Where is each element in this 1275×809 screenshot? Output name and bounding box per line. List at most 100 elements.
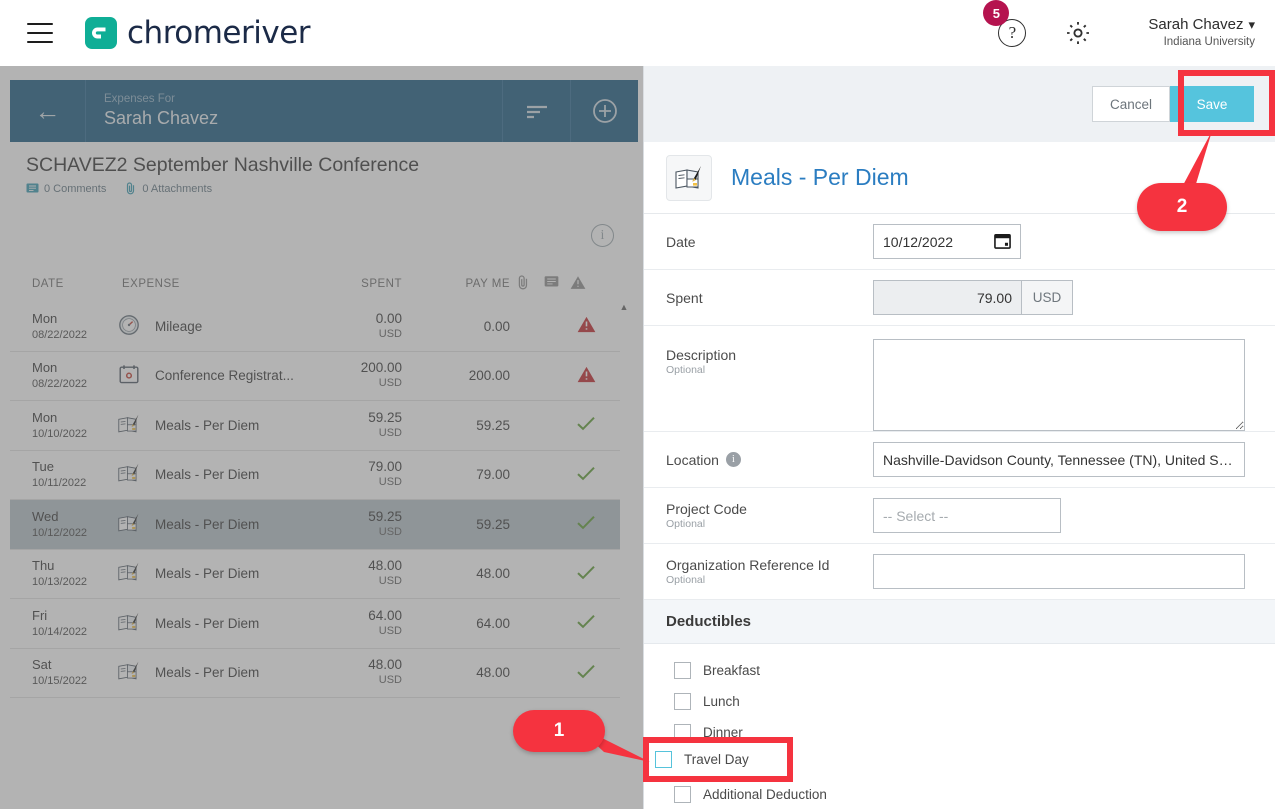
column-header-warning-icon xyxy=(570,275,586,293)
back-arrow-icon[interactable]: ← xyxy=(10,80,86,142)
row-date-label: 10/13/2022 xyxy=(32,576,88,589)
deductible-item-lunch[interactable]: Lunch xyxy=(674,689,1275,713)
row-spent-currency: USD xyxy=(378,525,402,538)
deductible-item-breakfast[interactable]: Breakfast xyxy=(674,658,1275,682)
row-spent-currency: USD xyxy=(378,674,402,687)
table-row[interactable]: Sat 10/15/2022 Meals - Per Diem 48.00 USD 48.… xyxy=(10,649,620,698)
table-row[interactable]: Tue 10/11/2022 Meals - Per Diem 79.00 USD 79.… xyxy=(10,451,620,500)
row-status-ok-icon xyxy=(573,514,599,534)
project-code-label: Project Code xyxy=(666,501,747,517)
expenses-for-header: ← Expenses For Sarah Chavez xyxy=(10,80,638,142)
row-pay-me-amount: 79.00 xyxy=(476,467,510,483)
spent-input[interactable]: 79.00 xyxy=(873,280,1021,315)
report-info-icon[interactable]: i xyxy=(591,224,614,247)
row-day-label: Fri xyxy=(32,607,48,623)
row-expense-label: Meals - Per Diem xyxy=(155,516,260,532)
travel-day-highlighted-item[interactable]: Travel Day xyxy=(655,743,790,775)
row-spent-currency: USD xyxy=(378,426,402,439)
column-header-pay-me: PAY ME xyxy=(465,278,510,290)
row-spent-amount: 48.00 xyxy=(368,657,402,673)
top-bar-right-group: 5 ? Sarah Chavez ▾ Indiana University xyxy=(983,0,1275,66)
project-code-label-wrap: Project Code Optional xyxy=(666,501,873,530)
column-header-comment-icon xyxy=(544,275,559,292)
row-pay-me-amount: 59.25 xyxy=(476,516,510,532)
spent-currency-label[interactable]: USD xyxy=(1021,280,1073,315)
comments-count-label: 0 Comments xyxy=(44,182,107,195)
row-day-label: Mon xyxy=(32,310,58,326)
attachments-count-label: 0 Attachments xyxy=(142,182,213,195)
per-diem-icon xyxy=(116,462,142,487)
location-input[interactable]: Nashville-Davidson County, Tennessee (TN… xyxy=(873,442,1245,477)
table-row[interactable]: Mon 10/10/2022 Meals - Per Diem 59.25 USD 59.… xyxy=(10,401,620,451)
comments-count[interactable]: 0 Comments xyxy=(26,183,106,195)
row-date: Thu 10/13/2022 xyxy=(32,558,87,589)
report-title: SCHAVEZ2 September Nashville Conference xyxy=(26,154,420,176)
deductibles-section-header: Deductibles xyxy=(644,600,1275,644)
description-textarea[interactable] xyxy=(873,339,1245,431)
detail-toolbar: Cancel Save xyxy=(644,66,1275,142)
row-date-label: 08/22/2022 xyxy=(32,378,88,391)
project-code-optional-label: Optional xyxy=(666,518,706,530)
checkbox-additional-deduction[interactable] xyxy=(674,785,691,803)
row-spent-currency: USD xyxy=(378,377,402,390)
row-date-label: 10/10/2022 xyxy=(32,427,88,440)
help-button[interactable]: 5 ? xyxy=(983,0,1027,47)
checkbox-dinner[interactable] xyxy=(674,723,691,741)
row-spent: 79.00 USD xyxy=(292,459,402,490)
travel-day-checkbox[interactable] xyxy=(655,750,672,768)
table-row[interactable]: Fri 10/14/2022 Meals - Per Diem 64.00 USD 64.… xyxy=(10,599,620,649)
table-row[interactable]: Mon 08/22/2022 Mileage 0.00 USD 0.00 xyxy=(10,302,620,352)
attachments-count[interactable]: 0 Attachments xyxy=(126,182,212,195)
deductible-item-dinner[interactable]: Dinner xyxy=(674,720,1275,744)
per-diem-icon xyxy=(116,413,142,438)
org-reference-optional-label: Optional xyxy=(666,574,706,586)
deductible-item-additional-deduction[interactable]: Additional Deduction xyxy=(674,782,1275,806)
project-code-select[interactable]: -- Select -- xyxy=(873,498,1061,533)
org-reference-label: Organization Reference Id xyxy=(666,557,830,573)
checkbox-lunch[interactable] xyxy=(674,692,691,710)
calendar-icon[interactable] xyxy=(994,232,1011,252)
location-info-icon[interactable]: i xyxy=(725,452,741,467)
field-row-spent: Spent 79.00 USD xyxy=(644,270,1275,326)
save-button[interactable]: Save xyxy=(1170,86,1254,122)
expenses-for-subtitle: Expenses For xyxy=(104,92,175,105)
row-spent-currency: USD xyxy=(378,624,402,637)
user-menu[interactable]: Sarah Chavez ▾ Indiana University xyxy=(1148,16,1255,49)
date-input[interactable]: 10/12/2022 xyxy=(873,224,1021,259)
speedometer-icon xyxy=(116,314,142,339)
brand-name: chromeriver xyxy=(127,15,311,51)
scroll-up-arrow-icon[interactable]: ▲ xyxy=(618,302,630,312)
spent-input-group: 79.00 USD xyxy=(873,280,1073,315)
row-spent-amount: 59.25 xyxy=(368,409,402,425)
sort-icon[interactable] xyxy=(502,80,570,142)
row-day-label: Mon xyxy=(32,409,58,425)
table-row[interactable]: Wed 10/12/2022 Meals - Per Diem 59.25 USD 59.… xyxy=(10,500,620,550)
row-day-label: Mon xyxy=(32,360,58,376)
brand-logo[interactable]: chromeriver xyxy=(85,15,311,51)
checkbox-breakfast[interactable] xyxy=(674,661,691,679)
row-date: Mon 08/22/2022 xyxy=(32,311,87,342)
top-navigation-bar: chromeriver 5 ? Sarah Chavez ▾ Indiana Un… xyxy=(0,0,1275,66)
row-spent-currency: USD xyxy=(378,327,402,340)
expenses-for-name: Sarah Chavez xyxy=(104,107,219,128)
row-spent: 64.00 USD xyxy=(292,608,402,639)
add-expense-icon[interactable] xyxy=(570,80,638,142)
cancel-button[interactable]: Cancel xyxy=(1092,86,1170,122)
row-spent: 48.00 USD xyxy=(292,558,402,589)
table-row[interactable]: Thu 10/13/2022 Meals - Per Diem 48.00 USD 48.… xyxy=(10,550,620,599)
row-spent-amount: 200.00 xyxy=(360,360,402,376)
row-date: Tue 10/11/2022 xyxy=(32,459,86,490)
hamburger-menu-icon[interactable] xyxy=(27,23,53,43)
row-date: Wed 10/12/2022 xyxy=(32,509,87,540)
gear-icon[interactable] xyxy=(1064,19,1092,47)
row-date-label: 10/12/2022 xyxy=(32,526,88,539)
row-spent-amount: 79.00 xyxy=(368,459,402,475)
row-date-label: 10/11/2022 xyxy=(32,477,87,490)
row-pay-me-amount: 59.25 xyxy=(476,417,510,433)
row-status-ok-icon xyxy=(573,415,599,435)
row-spent: 0.00 USD xyxy=(292,311,402,342)
table-row[interactable]: Mon 08/22/2022 Conference Registrat... 200.… xyxy=(10,352,620,401)
org-reference-input[interactable] xyxy=(873,554,1245,589)
deductibles-checkbox-list: Breakfast Lunch Dinner Travel Day Additional… xyxy=(644,644,1275,806)
expense-list-scrollbar[interactable]: ▲ xyxy=(618,302,630,809)
